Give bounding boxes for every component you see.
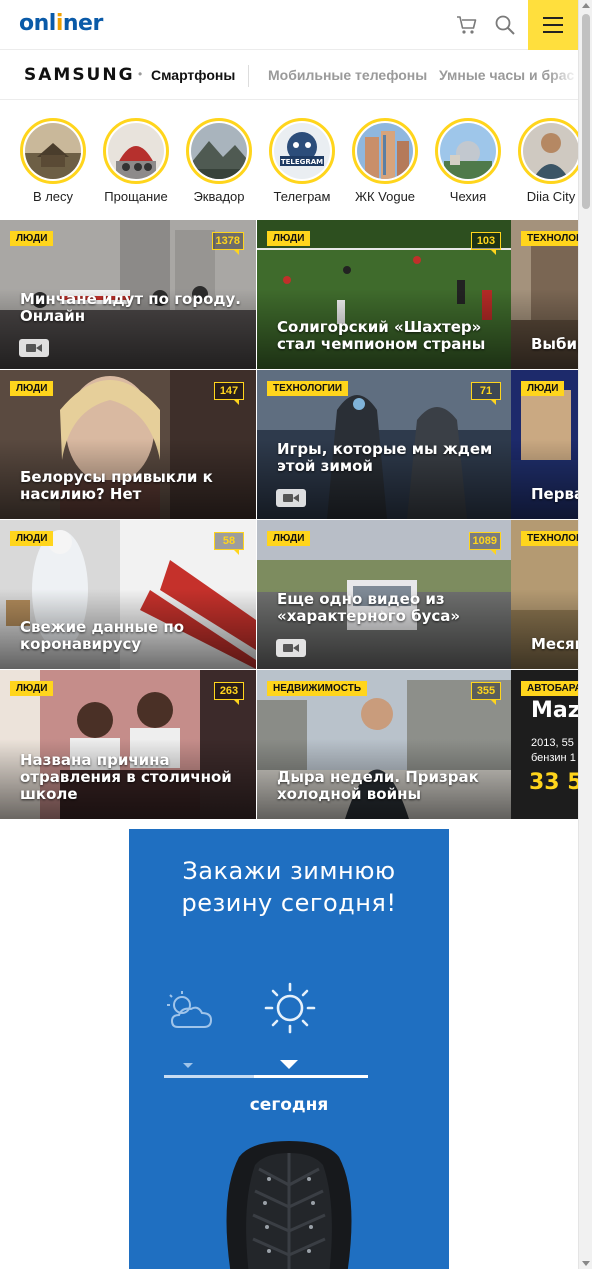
story-item[interactable]: Прощание: [102, 118, 170, 204]
promo-tab-mobile-phones[interactable]: Мобильные телефоны: [268, 67, 427, 83]
story-label: ЖК Vogue: [354, 189, 416, 204]
category-badge[interactable]: Люди: [521, 381, 565, 396]
slider-track-active: [254, 1075, 368, 1078]
news-card[interactable]: Люди 1089 Еще одно видео из «характерног…: [257, 520, 513, 669]
story-thumbnail: [357, 123, 413, 179]
chevron-down-icon: [183, 1063, 193, 1068]
story-thumbnail: TELEGRAM: [274, 123, 330, 179]
category-badge[interactable]: Недвижимость: [267, 681, 368, 696]
news-title: Солигорский «Шахтер» стал чемпионом стра…: [277, 318, 486, 353]
story-item[interactable]: Эквадор: [185, 118, 253, 204]
promo-category-bar: SAMSUNG • Смартфоны Мобильные телефоны У…: [0, 51, 578, 100]
auto-ad-card[interactable]: Автобарахо Mazd 2013, 55бензин 1 33 56: [511, 670, 578, 819]
story-item[interactable]: В лесу: [19, 118, 87, 204]
news-title: Названа причина отравления в столичной ш…: [20, 751, 232, 803]
story-label: Телеграм: [273, 189, 331, 204]
story-thumbnail: [108, 123, 164, 179]
hamburger-menu-icon[interactable]: [528, 0, 578, 50]
news-card[interactable]: Люди 103 Солигорский «Шахтер» стал чемпи…: [257, 220, 513, 369]
news-card[interactable]: Люди 1378 Минчане идут по городу. Онлайн: [0, 220, 256, 369]
site-header: onliner: [0, 0, 578, 50]
story-thumbnail: [523, 123, 578, 179]
video-camera-icon: [276, 639, 306, 657]
news-grid: Люди 1378 Минчане идут по городу. Онлайн…: [0, 220, 578, 820]
story-thumbnail: [440, 123, 496, 179]
category-badge[interactable]: Технологи: [521, 531, 578, 546]
story-item[interactable]: Diia City: [517, 118, 578, 204]
news-card[interactable]: Люди Первая Джилл: [511, 370, 578, 519]
news-card[interactable]: Технологи Выбир машин: [511, 220, 578, 369]
news-title: Первая Джилл: [531, 485, 578, 503]
story-label: Чехия: [449, 189, 487, 204]
scrollbar-thumb[interactable]: [582, 14, 590, 209]
comments-count[interactable]: 263: [214, 682, 244, 705]
video-camera-icon: [276, 489, 306, 507]
category-badge[interactable]: Люди: [267, 531, 311, 546]
category-badge[interactable]: Технологи: [521, 231, 578, 246]
search-icon[interactable]: [494, 14, 516, 36]
stories-carousel: В лесу Прощание Эквадор TELEGRAM Телегра…: [0, 100, 578, 220]
news-card[interactable]: Люди 263 Названа причина отравления в ст…: [0, 670, 256, 819]
news-title: Минчане идут по городу. Онлайн: [20, 290, 241, 325]
news-card[interactable]: Недвижимость 355 Дыра недели. Призрак хо…: [257, 670, 513, 819]
story-item[interactable]: TELEGRAM Телеграм: [268, 118, 336, 204]
news-card[interactable]: Люди 58 Свежие данные по коронавирусу: [0, 520, 256, 669]
category-badge[interactable]: Люди: [10, 531, 54, 546]
news-title: Дыра недели. Призрак холодной войны: [277, 768, 479, 803]
video-camera-icon: [19, 339, 49, 357]
comments-count[interactable]: 58: [214, 532, 244, 555]
telegram-badge-text: TELEGRAM: [281, 158, 323, 166]
comments-count[interactable]: 103: [471, 232, 501, 255]
cart-icon[interactable]: [456, 14, 478, 36]
news-card[interactable]: Люди 147 Белорусы привыкли к насилию? Не…: [0, 370, 256, 519]
comments-count[interactable]: 355: [471, 682, 501, 705]
story-label: Эквадор: [193, 189, 245, 204]
promo-tab-smartphones[interactable]: Смартфоны: [151, 67, 235, 83]
separator-dot: •: [138, 67, 143, 81]
category-badge[interactable]: Люди: [10, 681, 54, 696]
banner-headline: Закажи зимнюю резину сегодня!: [181, 857, 397, 917]
slider-track: [164, 1075, 254, 1078]
story-thumbnail: [25, 123, 81, 179]
scroll-down-icon[interactable]: [582, 1261, 590, 1266]
winter-tire-image: [209, 1135, 369, 1269]
category-badge[interactable]: Люди: [10, 381, 54, 396]
chevron-down-icon: [280, 1060, 298, 1069]
news-card[interactable]: Технологии 71 Игры, которые мы ждем этой…: [257, 370, 513, 519]
story-item[interactable]: ЖК Vogue: [351, 118, 419, 204]
comments-count[interactable]: 71: [471, 382, 501, 405]
page-scrollbar[interactable]: [578, 0, 592, 1269]
comments-count[interactable]: 1378: [211, 232, 244, 255]
news-title: Месяц бесит: [531, 635, 578, 653]
category-badge[interactable]: Люди: [10, 231, 54, 246]
news-title: Белорусы привыкли к насилию? Нет: [20, 468, 213, 503]
news-card[interactable]: Технологи Месяц бесит: [511, 520, 578, 669]
news-title: Свежие данные по коронавирусу: [20, 618, 185, 653]
car-price: 33 56: [529, 770, 578, 795]
comments-count[interactable]: 1089: [468, 532, 501, 555]
sun-icon: [263, 981, 317, 1040]
news-title: Игры, которые мы ждем этой зимой: [277, 440, 493, 475]
comments-count[interactable]: 147: [214, 382, 244, 405]
divider: [248, 65, 249, 87]
car-info: 2013, 55 бензин 1: [531, 737, 576, 764]
story-label: В лесу: [32, 189, 74, 204]
story-item[interactable]: Чехия: [434, 118, 502, 204]
story-thumbnail: [191, 123, 247, 179]
cloud-sun-icon: [164, 989, 216, 1038]
category-badge[interactable]: Люди: [267, 231, 311, 246]
news-title: Выбир машин: [531, 335, 578, 353]
news-title: Еще одно видео из «характерного буса»: [277, 590, 461, 625]
story-label: Diia City: [526, 189, 576, 204]
story-label: Прощание: [104, 189, 168, 204]
car-model: Mazd: [531, 698, 578, 723]
category-badge[interactable]: Технологии: [267, 381, 349, 396]
samsung-logo[interactable]: SAMSUNG: [24, 65, 135, 85]
winter-tires-banner[interactable]: Закажи зимнюю резину сегодня! сегодня: [129, 829, 449, 1269]
category-badge[interactable]: Автобарахо: [521, 681, 578, 696]
onliner-logo[interactable]: onliner: [19, 11, 103, 36]
banner-today-label: сегодня: [249, 1095, 329, 1115]
scroll-up-icon[interactable]: [582, 3, 590, 8]
